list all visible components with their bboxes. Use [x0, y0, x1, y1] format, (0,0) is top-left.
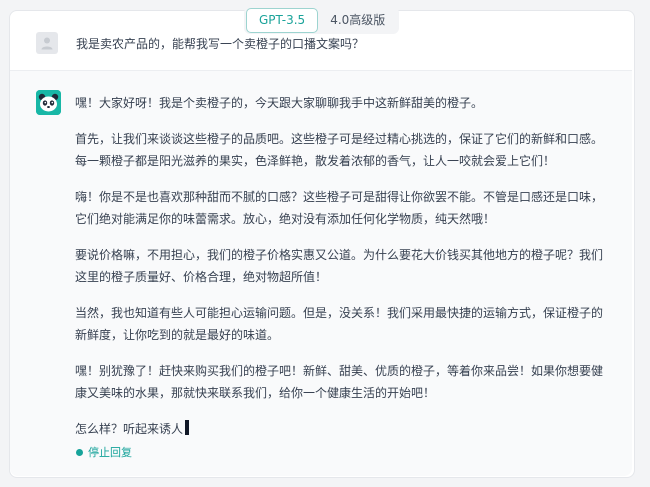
user-avatar [36, 32, 58, 54]
tab-gpt-3-5[interactable]: GPT-3.5 [246, 8, 319, 33]
tab-gpt-4-premium[interactable]: 4.0高级版 [318, 8, 397, 33]
assistant-message-content: 嘿！大家好呀！我是个卖橙子的，今天跟大家聊聊我手中这新鲜甜美的橙子。 首先，让我… [75, 92, 611, 454]
answer-paragraph: 嘿！别犹豫了！赶快来购买我们的橙子吧！新鲜、甜美、优质的橙子，等着你来品尝！如果… [75, 364, 604, 400]
panda-icon [36, 90, 61, 115]
answer-paragraph: 首先，让我们来谈谈这些橙子的品质吧。这些橙子可是经过精心挑选的，保证了它们的新鲜… [75, 132, 604, 168]
user-icon [41, 37, 53, 50]
answer-text-streaming: 怎么样？听起来诱人 [75, 422, 184, 436]
answer-paragraph: 要说价格嘛，不用担心，我们的橙子价格实惠又公道。为什么要花大价钱买其他地方的橙子… [75, 248, 604, 284]
stop-reply-button[interactable]: 停止回复 [76, 444, 132, 460]
stop-reply-label: 停止回复 [88, 446, 132, 459]
bot-avatar [36, 90, 61, 115]
user-message-text: 我是卖农产品的，能帮我写一个卖橙子的口播文案吗？ [76, 36, 365, 51]
answer-paragraph: 当然，我也知道有些人可能担心运输问题。但是，没关系！我们采用最快捷的运输方式，保… [75, 306, 604, 342]
answer-paragraph-last: 怎么样？听起来诱人 [75, 418, 611, 440]
stop-dot-icon [76, 448, 83, 456]
answer-paragraph: 嗨！你是不是也喜欢那种甜而不腻的口感？这些橙子可是甜得让你欲罢不能。不管是口感还… [75, 190, 604, 226]
typing-cursor [185, 420, 190, 435]
model-switch: GPT-3.5 4.0高级版 [244, 7, 400, 34]
answer-paragraph: 嘿！大家好呀！我是个卖橙子的，今天跟大家聊聊我手中这新鲜甜美的橙子。 [75, 96, 484, 110]
assistant-message: 嘿！大家好呀！我是个卖橙子的，今天跟大家聊聊我手中这新鲜甜美的橙子。 首先，让我… [10, 70, 632, 476]
